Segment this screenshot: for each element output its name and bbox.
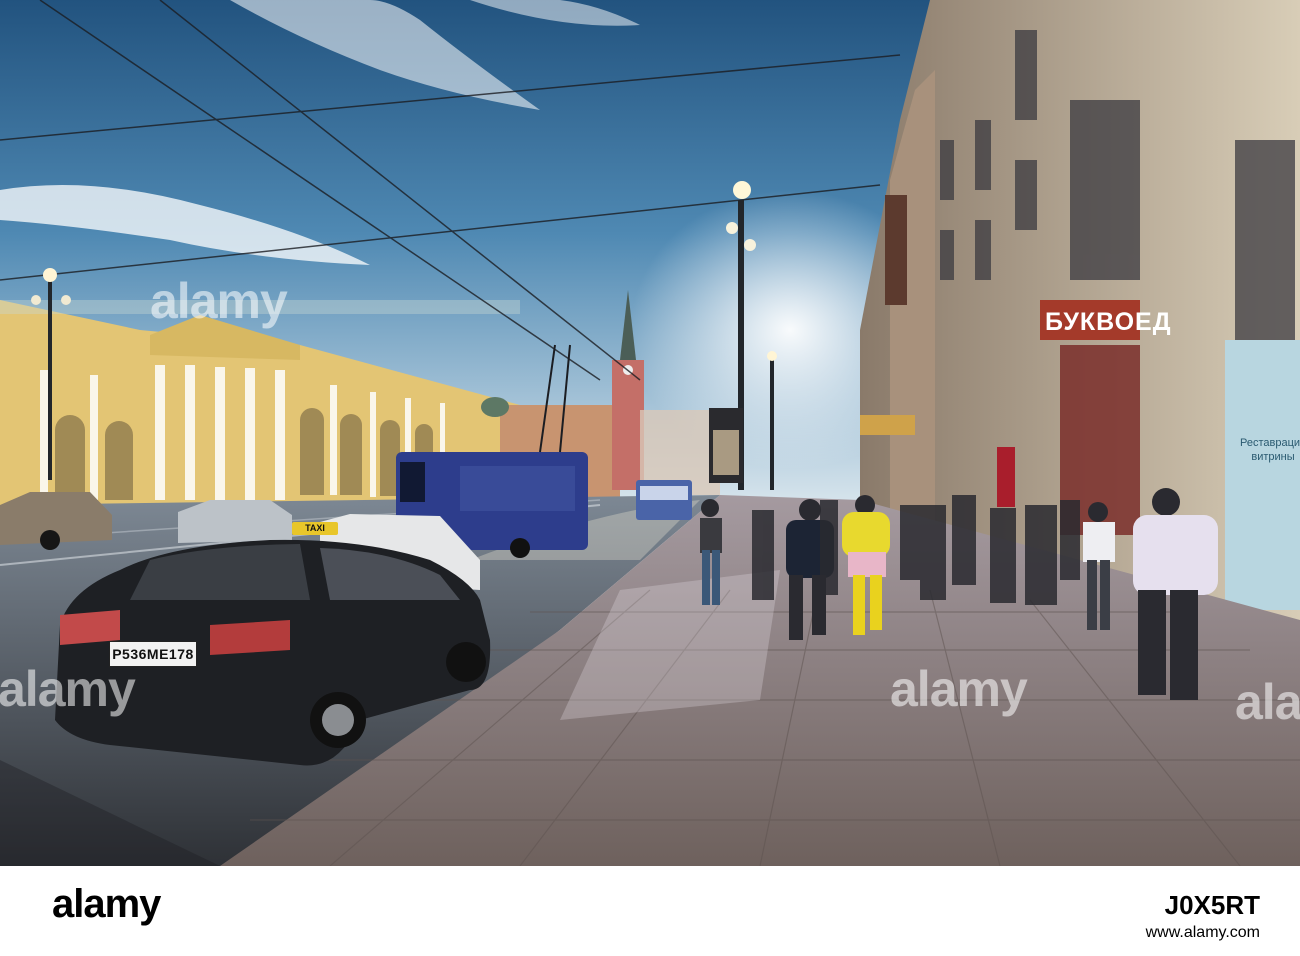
souvenirs-sign [997, 447, 1015, 507]
image-id: J0X5RT [1164, 890, 1260, 920]
license-plate: P536ME178 [109, 641, 197, 667]
building-roof [0, 300, 520, 314]
ad-poster [713, 430, 739, 475]
street-lamp-far-light [767, 351, 777, 361]
restoration-window [1225, 340, 1300, 610]
trolleybus-distant [636, 480, 692, 520]
street-photo: alamy alamy alamy alamy БУКВОЕД Реставра… [0, 0, 1300, 866]
taxi-roof-sign: TAXI [292, 522, 338, 535]
vertical-sign [885, 195, 907, 305]
image-canvas: alamy alamy alamy alamy БУКВОЕД Реставра… [0, 0, 1300, 956]
footer-url: www.alamy.com [1145, 924, 1260, 941]
street-lamp-far [770, 360, 774, 490]
bookstore-sign-board [1040, 300, 1140, 340]
dome [481, 397, 509, 417]
stock-footer [0, 866, 1300, 956]
footer-logo: alamy [52, 882, 161, 926]
street-scene [0, 0, 1300, 866]
car-white [178, 500, 292, 543]
palace-sign [860, 415, 915, 435]
